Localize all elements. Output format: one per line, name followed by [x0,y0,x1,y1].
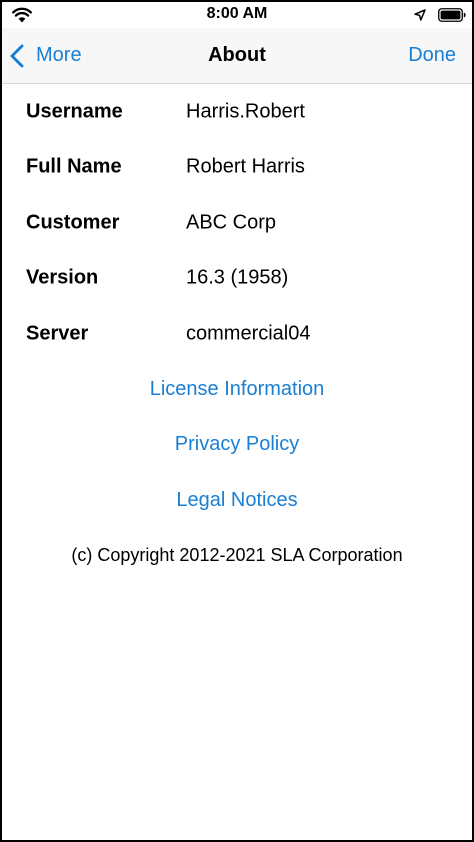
info-row-version: Version 16.3 (1958) [2,251,472,307]
copyright-text: (c) Copyright 2012-2021 SLA Corporation [71,545,403,565]
username-value: Harris.Robert [186,100,305,123]
server-label: Server [26,322,89,345]
privacy-policy-link[interactable]: Privacy Policy [175,433,299,456]
info-row-username: Username Harris.Robert [2,84,472,140]
status-bar: 8:00 AM [2,2,472,28]
chevron-left-icon [10,44,24,67]
customer-label: Customer [26,211,120,234]
about-content: Username Harris.Robert Full Name Robert … [2,84,472,583]
location-icon [414,9,426,21]
legal-row: Legal Notices [2,473,472,529]
full-name-label: Full Name [26,155,122,178]
customer-value: ABC Corp [186,211,277,234]
done-button[interactable]: Done [408,28,456,83]
license-information-link[interactable]: License Information [150,378,325,401]
info-row-customer: Customer ABC Corp [2,195,472,251]
back-button[interactable]: More [10,28,82,83]
back-button-label: More [36,44,82,66]
device-frame: 8:00 AM More About Done Username Harris.… [0,0,474,842]
status-time: 8:00 AM [206,5,268,22]
info-row-server: Server commercial04 [2,306,472,362]
navigation-bar: More About Done [2,28,472,84]
privacy-row: Privacy Policy [2,417,472,473]
legal-notices-link[interactable]: Legal Notices [176,489,297,512]
full-name-value: Robert Harris [186,155,305,178]
license-row: License Information [2,362,472,418]
info-row-full-name: Full Name Robert Harris [2,140,472,196]
server-value: commercial04 [186,322,311,345]
username-label: Username [26,100,123,123]
version-label: Version [26,266,99,289]
battery-icon [438,8,466,22]
version-value: 16.3 (1958) [186,266,289,289]
